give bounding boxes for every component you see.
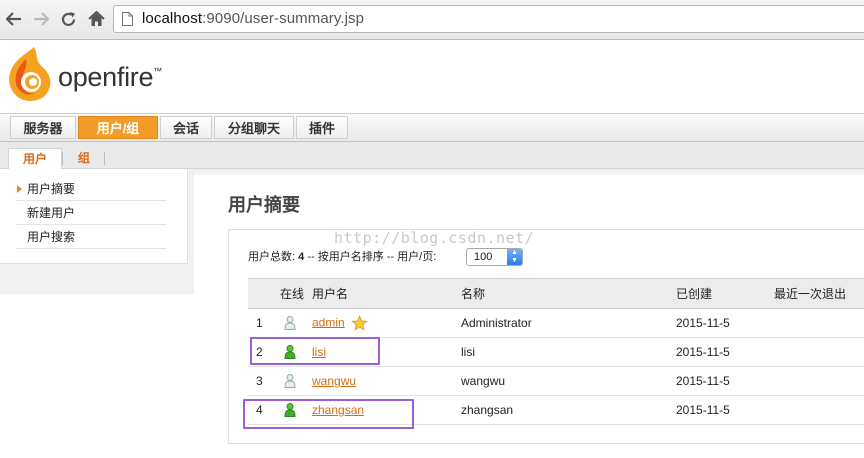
sidebar-item-user-summary[interactable]: 用户摘要	[16, 177, 166, 201]
created-cell: 2015-11-5	[676, 308, 774, 338]
user-count-summary: 用户总数: 4 -- 按用户名排序 -- 用户/页:	[248, 251, 437, 263]
name-cell: Administrator	[461, 308, 676, 338]
back-arrow-icon[interactable]	[4, 9, 24, 29]
last-logout-cell	[774, 366, 864, 396]
user-offline-icon	[284, 374, 296, 389]
sub-tab-bar: 用户 组	[0, 142, 864, 169]
tab-users-groups[interactable]: 用户/组	[78, 116, 158, 139]
name-cell: lisi	[461, 337, 676, 367]
sidebar-item-label: 新建用户	[27, 206, 76, 220]
sidebar-item-new-user[interactable]: 新建用户	[16, 201, 166, 225]
status-cell	[280, 366, 312, 396]
user-offline-icon	[284, 316, 296, 331]
last-logout-cell	[774, 395, 864, 425]
subtab-groups[interactable]: 组	[70, 148, 98, 169]
username-cell: wangwu	[312, 366, 461, 396]
sidebar: 用户摘要 新建用户 用户搜索	[0, 169, 194, 294]
selected-arrow-icon	[17, 185, 22, 193]
reload-icon[interactable]	[58, 9, 78, 29]
main-tab-bar: 服务器 用户/组 会话 分组聊天 插件	[0, 113, 864, 142]
tab-server[interactable]: 服务器	[10, 116, 76, 139]
users-per-page-value: 100	[474, 251, 493, 263]
column-header-username: 用户名	[312, 278, 461, 309]
created-cell: 2015-11-5	[676, 366, 774, 396]
subtab-divider	[104, 152, 105, 165]
created-cell: 2015-11-5	[676, 395, 774, 425]
status-cell	[280, 308, 312, 338]
sidebar-item-label: 用户搜索	[27, 230, 76, 244]
url-text: localhost:9090/user-summary.jsp	[142, 10, 365, 27]
column-header-number	[248, 278, 280, 309]
content-shadow	[194, 169, 864, 177]
subtab-divider	[62, 152, 63, 165]
watermark: http://blog.csdn.net/	[334, 229, 535, 247]
username-link[interactable]: admin	[312, 315, 345, 329]
column-header-created: 已创建	[676, 278, 774, 309]
column-header-name: 名称	[461, 278, 676, 309]
home-icon[interactable]	[86, 9, 106, 29]
select-arrows-icon: ▲ ▼	[507, 249, 522, 265]
admin-star-icon	[351, 314, 368, 331]
highlight-box	[243, 399, 414, 429]
column-header-online: 在线	[280, 278, 312, 309]
username-link[interactable]: wangwu	[312, 374, 356, 388]
created-cell: 2015-11-5	[676, 337, 774, 367]
openfire-logo	[9, 47, 51, 101]
sidebar-menu: 用户摘要 新建用户 用户搜索	[0, 169, 188, 264]
highlight-box	[250, 337, 380, 365]
sidebar-item-label: 用户摘要	[27, 182, 76, 196]
tab-group-chat[interactable]: 分组聊天	[214, 116, 294, 139]
username-cell: admin	[312, 308, 461, 338]
subtab-users[interactable]: 用户	[8, 148, 62, 169]
page-icon	[122, 12, 133, 26]
forward-arrow-icon[interactable]	[31, 9, 51, 29]
name-cell: zhangsan	[461, 395, 676, 425]
page-title: 用户摘要	[228, 195, 300, 215]
table-row: 3 wangwu wangwu 2015-11-5	[248, 366, 864, 396]
address-bar[interactable]: localhost:9090/user-summary.jsp	[113, 5, 864, 33]
last-logout-cell	[774, 337, 864, 367]
row-number: 3	[248, 366, 280, 396]
brand-name: openfire™	[58, 62, 162, 92]
tab-sessions[interactable]: 会话	[160, 116, 212, 139]
column-header-last-logout: 最近一次退出	[774, 278, 864, 309]
table-row: 1 admin Administrator 2015-11-5	[248, 308, 864, 338]
last-logout-cell	[774, 308, 864, 338]
sidebar-item-user-search[interactable]: 用户搜索	[16, 225, 166, 249]
tab-plugins[interactable]: 插件	[296, 116, 348, 139]
users-per-page-select[interactable]: 100 ▲ ▼	[466, 248, 523, 266]
row-number: 1	[248, 308, 280, 338]
browser-toolbar: localhost:9090/user-summary.jsp	[0, 0, 864, 40]
name-cell: wangwu	[461, 366, 676, 396]
table-header-row: 在线 用户名 名称 已创建 最近一次退出	[248, 278, 864, 309]
